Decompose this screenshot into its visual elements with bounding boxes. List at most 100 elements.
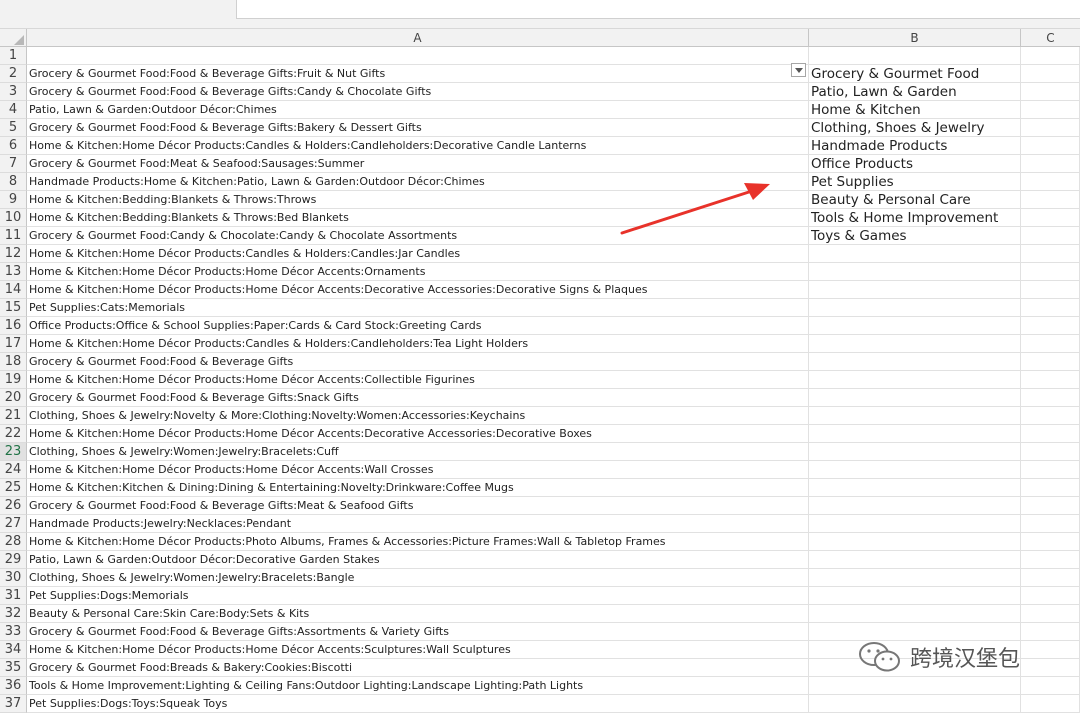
cell-c[interactable] bbox=[1021, 101, 1080, 119]
cell-b[interactable]: Beauty & Personal Care bbox=[809, 191, 1021, 209]
row-header[interactable]: 12 bbox=[0, 245, 27, 263]
cell-a[interactable]: Home & Kitchen:Home Décor Products:Home … bbox=[27, 425, 809, 443]
row-header[interactable]: 30 bbox=[0, 569, 27, 587]
cell-b[interactable]: Home & Kitchen bbox=[809, 101, 1021, 119]
cell-b[interactable] bbox=[809, 497, 1021, 515]
cell-b[interactable] bbox=[809, 299, 1021, 317]
cell-c[interactable] bbox=[1021, 569, 1080, 587]
row-header[interactable]: 35 bbox=[0, 659, 27, 677]
cell-a[interactable]: Grocery & Gourmet Food:Breads & Bakery:C… bbox=[27, 659, 809, 677]
cell-a[interactable]: Home & Kitchen:Kitchen & Dining:Dining &… bbox=[27, 479, 809, 497]
cell-c[interactable] bbox=[1021, 83, 1080, 101]
cell-b[interactable]: Tools & Home Improvement bbox=[809, 209, 1021, 227]
column-header-b[interactable]: B bbox=[809, 29, 1021, 47]
cell-a[interactable]: Beauty & Personal Care:Skin Care:Body:Se… bbox=[27, 605, 809, 623]
row-header[interactable]: 3 bbox=[0, 83, 27, 101]
cell-c[interactable] bbox=[1021, 65, 1080, 83]
cell-a[interactable]: Clothing, Shoes & Jewelry:Women:Jewelry:… bbox=[27, 443, 809, 461]
cell-c[interactable] bbox=[1021, 515, 1080, 533]
row-header[interactable]: 9 bbox=[0, 191, 27, 209]
formula-input[interactable] bbox=[236, 0, 1080, 19]
cell-b[interactable] bbox=[809, 533, 1021, 551]
cell-b[interactable]: Pet Supplies bbox=[809, 173, 1021, 191]
cell-b[interactable] bbox=[809, 263, 1021, 281]
row-header[interactable]: 27 bbox=[0, 515, 27, 533]
row-header[interactable]: 8 bbox=[0, 173, 27, 191]
cell-c[interactable] bbox=[1021, 281, 1080, 299]
cell-c[interactable] bbox=[1021, 191, 1080, 209]
cell-a[interactable] bbox=[27, 47, 809, 65]
cell-b[interactable]: Patio, Lawn & Garden bbox=[809, 83, 1021, 101]
cell-a[interactable]: Home & Kitchen:Home Décor Products:Candl… bbox=[27, 335, 809, 353]
cell-c[interactable] bbox=[1021, 641, 1080, 659]
cell-b[interactable] bbox=[809, 353, 1021, 371]
row-header[interactable]: 24 bbox=[0, 461, 27, 479]
cell-c[interactable] bbox=[1021, 137, 1080, 155]
row-header[interactable]: 6 bbox=[0, 137, 27, 155]
cell-a[interactable]: Grocery & Gourmet Food:Food & Beverage G… bbox=[27, 83, 809, 101]
row-header[interactable]: 29 bbox=[0, 551, 27, 569]
cell-c[interactable] bbox=[1021, 299, 1080, 317]
autofilter-dropdown-button[interactable] bbox=[791, 63, 806, 77]
cell-a[interactable]: Home & Kitchen:Bedding:Blankets & Throws… bbox=[27, 209, 809, 227]
cell-b[interactable] bbox=[809, 281, 1021, 299]
row-header[interactable]: 15 bbox=[0, 299, 27, 317]
row-header[interactable]: 25 bbox=[0, 479, 27, 497]
cell-b[interactable] bbox=[809, 371, 1021, 389]
cell-a[interactable]: Grocery & Gourmet Food:Food & Beverage G… bbox=[27, 497, 809, 515]
cell-a[interactable]: Patio, Lawn & Garden:Outdoor Décor:Decor… bbox=[27, 551, 809, 569]
cell-b[interactable]: Clothing, Shoes & Jewelry bbox=[809, 119, 1021, 137]
cell-a[interactable]: Grocery & Gourmet Food:Meat & Seafood:Sa… bbox=[27, 155, 809, 173]
cell-c[interactable] bbox=[1021, 245, 1080, 263]
cell-a[interactable]: Grocery & Gourmet Food:Food & Beverage G… bbox=[27, 353, 809, 371]
cell-b[interactable]: Grocery & Gourmet Food bbox=[809, 65, 1021, 83]
cell-c[interactable] bbox=[1021, 533, 1080, 551]
row-header[interactable]: 34 bbox=[0, 641, 27, 659]
cell-c[interactable] bbox=[1021, 497, 1080, 515]
cell-a[interactable]: Home & Kitchen:Home Décor Products:Home … bbox=[27, 461, 809, 479]
cell-c[interactable] bbox=[1021, 209, 1080, 227]
row-header[interactable]: 37 bbox=[0, 695, 27, 713]
cell-a[interactable]: Home & Kitchen:Bedding:Blankets & Throws… bbox=[27, 191, 809, 209]
cell-b[interactable]: Handmade Products bbox=[809, 137, 1021, 155]
cell-a[interactable]: Home & Kitchen:Home Décor Products:Home … bbox=[27, 281, 809, 299]
row-header[interactable]: 16 bbox=[0, 317, 27, 335]
cell-c[interactable] bbox=[1021, 155, 1080, 173]
cell-c[interactable] bbox=[1021, 227, 1080, 245]
cell-b[interactable] bbox=[809, 605, 1021, 623]
row-header[interactable]: 14 bbox=[0, 281, 27, 299]
cell-a[interactable]: Pet Supplies:Dogs:Toys:Squeak Toys bbox=[27, 695, 809, 713]
row-header[interactable]: 18 bbox=[0, 353, 27, 371]
cell-a[interactable]: Tools & Home Improvement:Lighting & Ceil… bbox=[27, 677, 809, 695]
column-header-a[interactable]: A bbox=[27, 29, 809, 47]
cell-c[interactable] bbox=[1021, 551, 1080, 569]
row-header[interactable]: 19 bbox=[0, 371, 27, 389]
cell-b[interactable] bbox=[809, 443, 1021, 461]
cell-c[interactable] bbox=[1021, 677, 1080, 695]
cell-a[interactable]: Patio, Lawn & Garden:Outdoor Décor:Chime… bbox=[27, 101, 809, 119]
cell-b[interactable] bbox=[809, 425, 1021, 443]
cell-a[interactable]: Home & Kitchen:Home Décor Products:Candl… bbox=[27, 245, 809, 263]
cell-a[interactable]: Grocery & Gourmet Food:Food & Beverage G… bbox=[27, 389, 809, 407]
cell-c[interactable] bbox=[1021, 317, 1080, 335]
row-header[interactable]: 28 bbox=[0, 533, 27, 551]
cell-c[interactable] bbox=[1021, 353, 1080, 371]
cell-c[interactable] bbox=[1021, 335, 1080, 353]
row-header[interactable]: 36 bbox=[0, 677, 27, 695]
cell-b[interactable] bbox=[809, 461, 1021, 479]
cell-a[interactable]: Home & Kitchen:Home Décor Products:Photo… bbox=[27, 533, 809, 551]
cell-c[interactable] bbox=[1021, 605, 1080, 623]
cell-c[interactable] bbox=[1021, 425, 1080, 443]
cell-a[interactable]: Clothing, Shoes & Jewelry:Women:Jewelry:… bbox=[27, 569, 809, 587]
cell-b[interactable] bbox=[809, 245, 1021, 263]
cell-a[interactable]: Home & Kitchen:Home Décor Products:Home … bbox=[27, 263, 809, 281]
cell-b[interactable] bbox=[809, 677, 1021, 695]
cell-b[interactable] bbox=[809, 479, 1021, 497]
row-header[interactable]: 21 bbox=[0, 407, 27, 425]
cell-b[interactable] bbox=[809, 551, 1021, 569]
cell-a[interactable]: Office Products:Office & School Supplies… bbox=[27, 317, 809, 335]
cell-a[interactable]: Grocery & Gourmet Food:Food & Beverage G… bbox=[27, 623, 809, 641]
row-header[interactable]: 20 bbox=[0, 389, 27, 407]
cell-b[interactable] bbox=[809, 47, 1021, 65]
row-header[interactable]: 22 bbox=[0, 425, 27, 443]
